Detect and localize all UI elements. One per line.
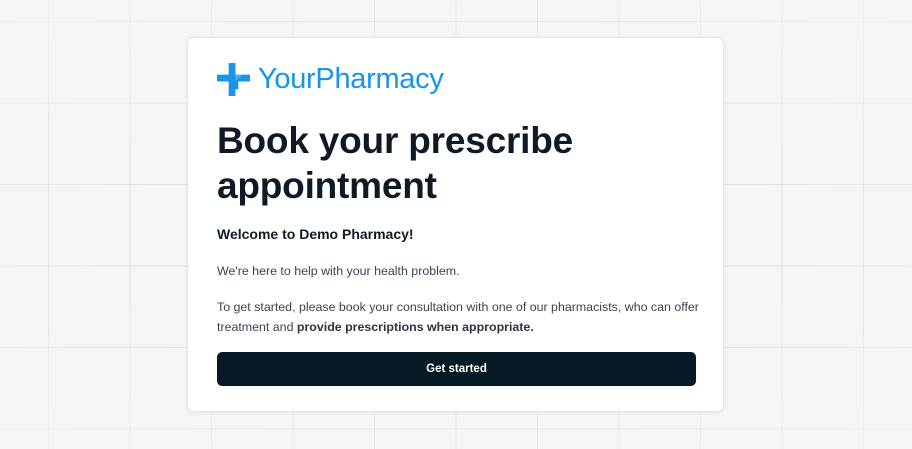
intro-text: We're here to help with your health prob… [217,264,460,278]
welcome-card: YourPharmacy Book your prescribe appoint… [187,37,724,412]
medical-cross-icon [217,63,250,96]
instructions-text-emphasis: provide prescriptions when appropriate. [296,320,534,334]
instructions-text: To get started, please book your consult… [217,297,707,337]
brand-logo[interactable]: YourPharmacy [217,63,444,96]
get-started-button[interactable]: Get started [217,352,696,386]
brand-name: YourPharmacy [258,63,444,95]
page-title: Book your prescribe appointment [217,120,574,206]
page-background: { "brand": { "name": "YourPharmacy", "ic… [0,0,912,449]
welcome-heading: Welcome to Demo Pharmacy! [217,226,414,242]
